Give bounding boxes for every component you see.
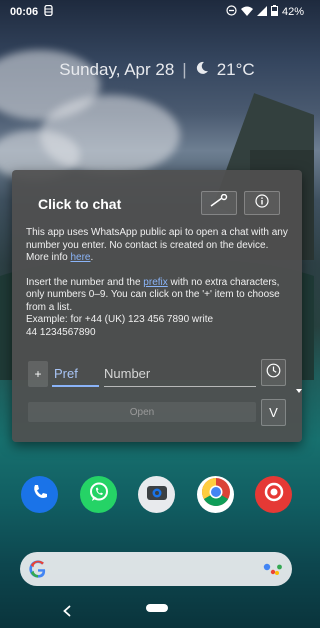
glance-temperature[interactable]: 21°C	[217, 60, 255, 80]
more-info-link[interactable]: here	[70, 252, 90, 263]
status-time: 00:06	[10, 6, 39, 18]
history-button[interactable]	[261, 359, 286, 386]
intro-text: This app uses WhatsApp public api to ope…	[26, 227, 292, 265]
camera-icon	[146, 483, 168, 506]
prefix-link[interactable]: prefix	[143, 277, 167, 288]
whatsapp-icon	[88, 481, 110, 508]
signal-icon	[256, 5, 267, 19]
intro-sentence: This app uses WhatsApp public api to ope…	[26, 227, 288, 251]
instructions-text: Insert the number and the prefix with no…	[26, 277, 292, 340]
settings-button[interactable]	[201, 191, 237, 215]
google-g-icon	[29, 560, 47, 583]
dialog-title: Click to chat	[38, 196, 122, 212]
example-line2: 44 1234567890	[26, 326, 96, 338]
glance-date[interactable]: Sunday, Apr 28	[59, 60, 174, 80]
camera-app[interactable]	[138, 476, 175, 513]
chrome-app[interactable]	[197, 476, 234, 513]
notification-icon	[44, 4, 53, 19]
phone-icon	[31, 483, 49, 506]
battery-icon	[270, 5, 278, 19]
click-to-chat-dialog: Click to chat This app uses WhatsApp pub…	[12, 170, 302, 442]
chrome-icon	[201, 477, 231, 512]
home-pill-icon[interactable]	[146, 604, 168, 612]
more-info-label: More info	[26, 252, 71, 263]
info-icon	[255, 193, 269, 213]
whatsapp-app[interactable]	[80, 476, 117, 513]
wifi-icon	[240, 6, 253, 19]
moon-icon	[195, 60, 209, 80]
more-info-period: .	[90, 252, 94, 263]
search-bar[interactable]	[20, 552, 292, 586]
swirl-icon	[263, 481, 285, 508]
clock-icon	[266, 363, 281, 383]
assistant-icon[interactable]	[263, 561, 283, 582]
status-bar: 00:06 42%	[0, 0, 314, 24]
example-line1: Example: for +44 (UK) 123 456 7890 write	[26, 314, 214, 325]
open-button[interactable]: Open	[28, 402, 256, 422]
do-not-disturb-icon	[226, 5, 237, 19]
instructions-part1: Insert the number and the	[26, 276, 144, 288]
dropdown-triangle-icon	[296, 389, 302, 393]
dialog-body: This app uses WhatsApp public api to ope…	[26, 227, 292, 339]
glance-separator: |	[182, 60, 187, 79]
battery-percent: 42%	[281, 6, 304, 18]
phone-app[interactable]	[21, 476, 58, 513]
wrench-icon	[209, 193, 229, 213]
prefix-input[interactable]: Pref	[52, 361, 99, 387]
at-a-glance[interactable]: Sunday, Apr 28 | 21°C	[0, 60, 314, 80]
info-button[interactable]	[244, 191, 280, 215]
red-app[interactable]	[255, 476, 292, 513]
v-button[interactable]: V	[261, 399, 286, 426]
number-input[interactable]: Number	[104, 361, 256, 387]
prefix-picker-button[interactable]: +	[28, 361, 48, 387]
navigation-bar	[0, 596, 314, 628]
back-icon[interactable]	[62, 604, 72, 622]
